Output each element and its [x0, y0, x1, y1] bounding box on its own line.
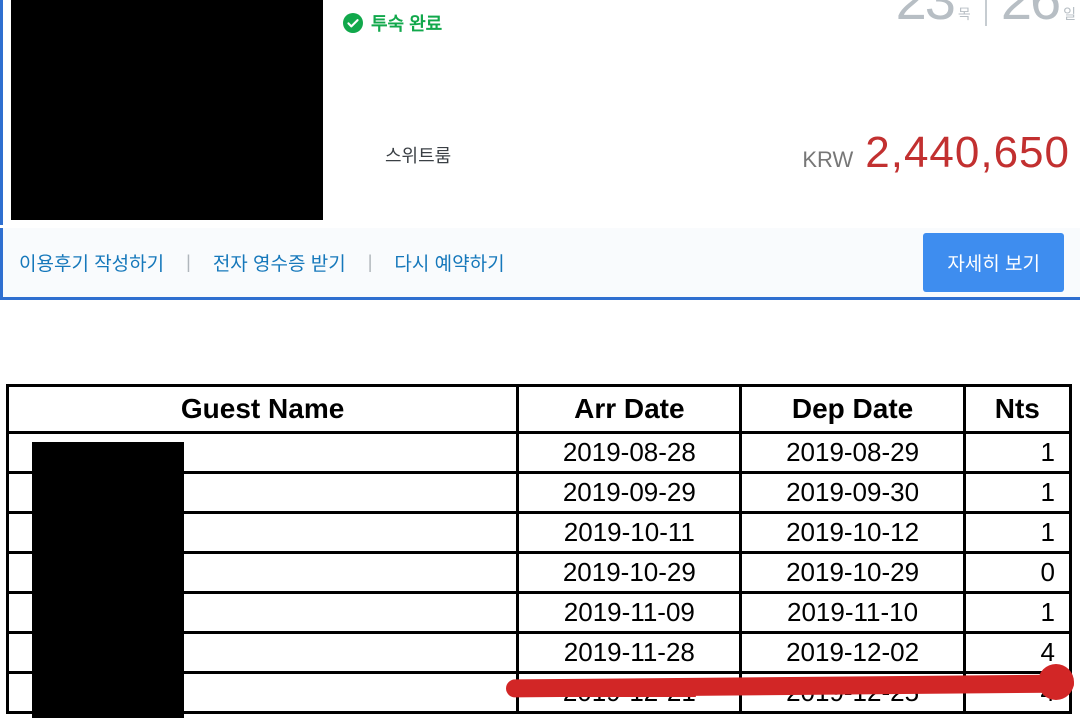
- cell-dep-date: 2019-10-12: [741, 513, 964, 553]
- write-review-link[interactable]: 이용후기 작성하기: [19, 249, 164, 276]
- cell-arr-date: 2019-09-29: [518, 473, 741, 513]
- stay-date-range: 23 목 26 일: [896, 0, 1076, 28]
- divider: |: [186, 252, 191, 273]
- hotel-image-redacted: [11, 0, 323, 220]
- cell-arr-date: 2019-10-29: [518, 553, 741, 593]
- booking-actions-bar: 이용후기 작성하기 | 전자 영수증 받기 | 다시 예약하기 자세히 보기: [0, 228, 1080, 300]
- cell-nts: 1: [964, 473, 1070, 513]
- price-amount: 2,440,650: [865, 128, 1070, 178]
- cell-dep-date: 2019-09-30: [741, 473, 964, 513]
- cell-arr-date: 2019-11-09: [518, 593, 741, 633]
- guest-name-redacted: [32, 442, 184, 718]
- guest-table-container: Guest Name Arr Date Dep Date Nts 2019-08…: [6, 384, 1072, 714]
- red-annotation-blob: [1038, 664, 1074, 700]
- col-arr-date: Arr Date: [518, 386, 741, 433]
- check-circle-icon: [343, 13, 363, 33]
- detail-button[interactable]: 자세히 보기: [923, 233, 1064, 292]
- price-row: KRW 2,440,650: [802, 128, 1070, 178]
- cell-nts: 1: [964, 593, 1070, 633]
- cell-arr-date: 2019-08-28: [518, 433, 741, 473]
- cell-dep-date: 2019-08-29: [741, 433, 964, 473]
- rebook-link[interactable]: 다시 예약하기: [394, 249, 504, 276]
- checkin-day: 23: [896, 0, 954, 28]
- cell-dep-date: 2019-11-10: [741, 593, 964, 633]
- cell-dep-date: 2019-12-02: [741, 633, 964, 673]
- checkin-dow: 목: [958, 4, 971, 24]
- col-dep-date: Dep Date: [741, 386, 964, 433]
- stay-status-label: 투숙 완료: [371, 10, 442, 36]
- date-separator: [985, 0, 987, 26]
- col-nts: Nts: [964, 386, 1070, 433]
- cell-nts: 1: [964, 513, 1070, 553]
- cell-nts: 1: [964, 433, 1070, 473]
- divider: |: [368, 252, 373, 273]
- col-guest-name: Guest Name: [8, 386, 518, 433]
- stay-status: 투숙 완료: [343, 10, 442, 36]
- cell-dep-date: 2019-10-29: [741, 553, 964, 593]
- room-type: 스위트룸: [385, 142, 451, 168]
- cell-nts: 0: [964, 553, 1070, 593]
- checkout-dow: 일: [1063, 4, 1076, 24]
- checkout-day: 26: [1001, 0, 1059, 28]
- cell-arr-date: 2019-10-11: [518, 513, 741, 553]
- currency-label: KRW: [802, 147, 853, 173]
- booking-card: 투숙 완료 23 목 26 일 스위트룸 KRW 2,440,650: [0, 0, 1080, 225]
- table-header-row: Guest Name Arr Date Dep Date Nts: [8, 386, 1071, 433]
- cell-arr-date: 2019-11-28: [518, 633, 741, 673]
- e-receipt-link[interactable]: 전자 영수증 받기: [213, 249, 346, 276]
